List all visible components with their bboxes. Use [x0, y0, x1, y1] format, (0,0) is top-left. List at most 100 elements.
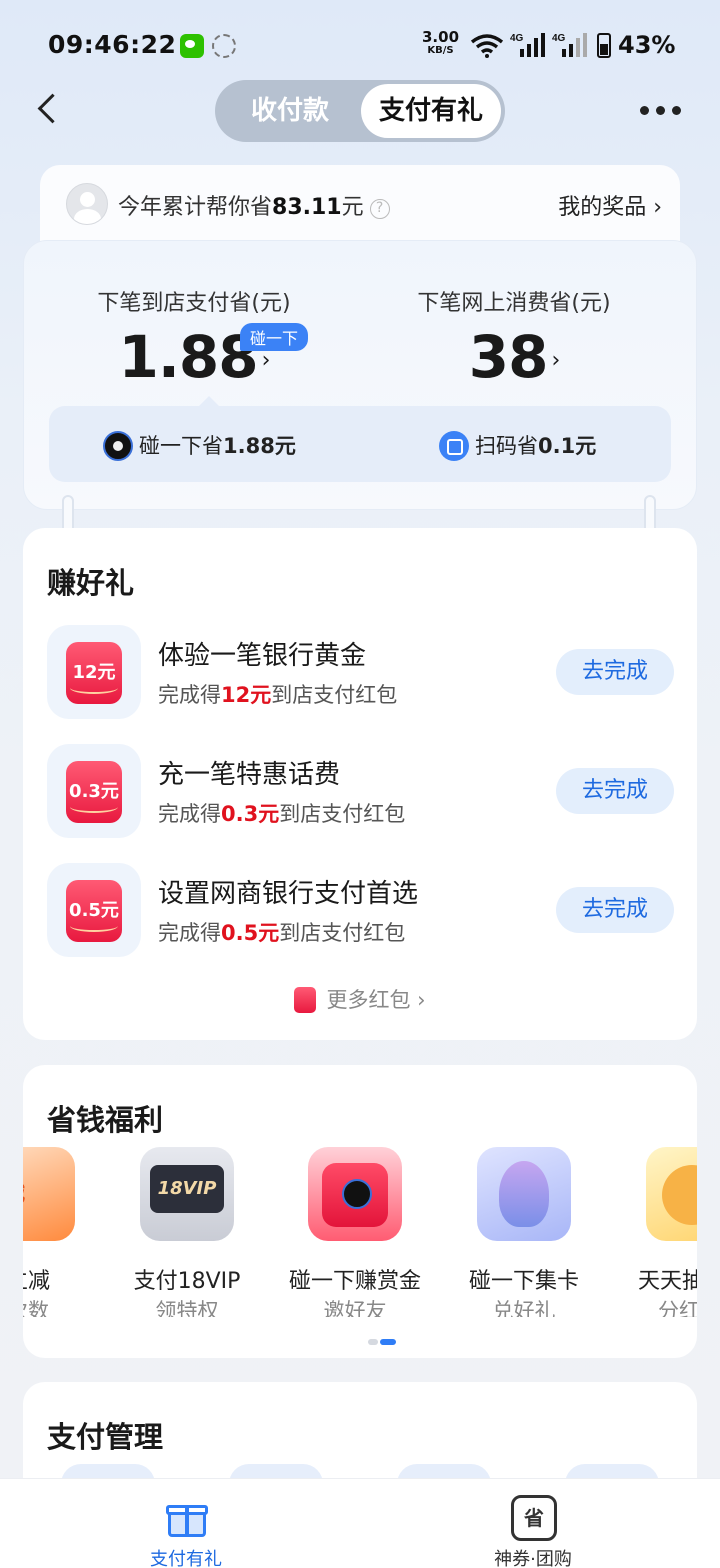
reward-amount: 0.3元: [221, 802, 280, 826]
benefit-name: 支付18VIP: [133, 1269, 241, 1294]
help-icon[interactable]: ?: [369, 199, 390, 219]
tap-pay-value: 1.88元: [223, 434, 296, 458]
scan-pay-value: 0.1元: [538, 434, 597, 458]
chevron-right-icon: ›: [551, 348, 560, 374]
discount-icon: 立减: [23, 1147, 75, 1241]
store-savings-value: 1.88: [118, 323, 259, 391]
nfc-pay-icon: [103, 431, 133, 461]
more-red-packets-link[interactable]: 更多红包 ›: [23, 984, 697, 1014]
avatar: [66, 183, 108, 225]
signal-2-label: 4G: [552, 33, 566, 44]
battery-icon: [597, 33, 611, 58]
reward-suffix: 到店支付红包: [279, 802, 406, 826]
chevron-right-icon: ›: [261, 348, 271, 374]
online-savings[interactable]: 下笔网上消费省(元) 38 ›: [364, 285, 664, 391]
benefit-sub: 分红: [658, 1299, 697, 1317]
battery-percent: 43%: [618, 31, 676, 59]
vip-icon: 18VIP: [140, 1147, 234, 1241]
complete-task-button[interactable]: 去完成: [556, 649, 674, 695]
complete-task-button[interactable]: 去完成: [556, 887, 674, 933]
vip-badge: 18VIP: [150, 1165, 224, 1213]
wifi-icon: [470, 34, 504, 58]
more-red-packets-label: 更多红包 ›: [326, 988, 426, 1012]
tab-label: 支付有礼: [150, 1549, 222, 1568]
scan-pay-saving[interactable]: 扫码省0.1元: [439, 430, 596, 461]
tab-label: 神券·团购: [494, 1549, 572, 1568]
coupon-icon: 省: [511, 1495, 557, 1541]
savings-unit: 元: [341, 195, 364, 220]
online-savings-value: 38: [468, 323, 549, 391]
red-packet-amount: 12元: [66, 642, 122, 704]
network-speed: 3.00 KB/S: [422, 30, 459, 58]
tap-pay-label: 碰一下省: [139, 434, 223, 458]
task-item: 12元 体验一笔银行黄金 完成得12元到店支付红包 去完成: [23, 625, 697, 725]
my-prizes-link[interactable]: 我的奖品 ›: [558, 189, 662, 221]
task-reward: 完成得0.5元到店支付红包: [158, 917, 405, 947]
task-item: 0.3元 充一笔特惠话费 完成得0.3元到店支付红包 去完成: [23, 744, 697, 844]
carousel-pager: [368, 1339, 398, 1345]
red-packet-icon: 0.5元: [47, 863, 141, 957]
more-options-button[interactable]: [640, 102, 684, 118]
reward-suffix: 到店支付红包: [271, 683, 398, 707]
tap-pay-badge: 碰一下: [240, 323, 309, 351]
reward-prefix: 完成得: [158, 683, 221, 707]
red-packet-icon: 12元: [47, 625, 141, 719]
savings-text: 今年累计帮你省83.11元?: [118, 189, 390, 221]
wechat-notification-icon: [180, 34, 204, 58]
benefit-sub: 领特权: [155, 1299, 219, 1317]
benefit-name: 立减: [23, 1269, 50, 1294]
pay-method-strip: 碰一下省1.88元 扫码省0.1元: [49, 396, 671, 482]
savings-summary: 今年累计帮你省83.11元? 我的奖品 ›: [40, 165, 680, 245]
cell-signal-icon: 4G: [552, 33, 587, 57]
next-savings-card: 下笔到店支付省(元) 1.88 › 碰一下 下笔网上消费省(元) 38 › 碰一下省…: [23, 240, 697, 510]
alarm-icon: [212, 34, 236, 58]
scan-pay-label: 扫码省: [475, 434, 538, 458]
bottom-tab-bar: 支付有礼 省 神券·团购: [0, 1478, 720, 1568]
online-savings-label: 下笔网上消费省(元): [417, 291, 611, 316]
store-savings-label: 下笔到店支付省(元): [97, 291, 291, 316]
reward-amount: 12元: [221, 683, 272, 707]
section-title: 支付管理: [47, 1420, 164, 1454]
network-speed-unit: KB/S: [427, 45, 454, 56]
task-item: 0.5元 设置网商银行支付首选 完成得0.5元到店支付红包 去完成: [23, 863, 697, 963]
benefit-name: 天天抽: [638, 1269, 697, 1294]
task-reward: 完成得12元到店支付红包: [158, 679, 397, 709]
benefits-carousel[interactable]: 立减 立减 次数 18VIP 支付18VIP 领特权 碰一下赚赏金 邀好友 碰一…: [23, 1147, 697, 1317]
tab-pay-rewards[interactable]: 支付有礼: [361, 84, 501, 138]
savings-prefix: 今年累计帮你省: [118, 195, 273, 220]
tap-pay-saving[interactable]: 碰一下省1.88元: [103, 430, 296, 461]
benefit-sub: 兑好礼: [492, 1299, 556, 1317]
benefit-sub: 邀好友: [323, 1299, 387, 1317]
task-title: 设置网商银行支付首选: [158, 879, 419, 909]
complete-task-button[interactable]: 去完成: [556, 768, 674, 814]
tab-receive-pay[interactable]: 收付款: [225, 84, 355, 138]
savings-benefits-section: 省钱福利 立减 立减 次数 18VIP 支付18VIP 领特权 碰一下赚赏金 邀…: [23, 1065, 697, 1358]
scan-icon: [439, 431, 469, 461]
card-collect-icon: [477, 1147, 571, 1241]
back-button[interactable]: [34, 92, 64, 128]
signal-1-label: 4G: [510, 33, 524, 44]
status-bar: 09:46:22 3.00 KB/S 4G 4G 43%: [0, 0, 720, 92]
lucky-draw-icon: [646, 1147, 697, 1241]
red-packet-icon: [294, 987, 317, 1013]
red-packet-icon: [308, 1147, 402, 1241]
task-reward: 完成得0.3元到店支付红包: [158, 798, 405, 828]
earn-gifts-section: 赚好礼 12元 体验一笔银行黄金 完成得12元到店支付红包 去完成 0.3元 充…: [23, 528, 697, 1040]
task-title: 充一笔特惠话费: [158, 760, 341, 790]
red-packet-icon: 0.3元: [47, 744, 141, 838]
savings-amount: 83.11: [272, 195, 342, 220]
cell-signal-icon: 4G: [510, 33, 545, 57]
benefit-sub: 次数: [23, 1299, 49, 1317]
top-nav: 收付款 支付有礼: [0, 80, 720, 142]
tab-coupons-groupbuy[interactable]: 省 神券·团购: [413, 1479, 653, 1568]
reward-amount: 0.5元: [221, 921, 280, 945]
tab-pay-rewards-bottom[interactable]: 支付有礼: [66, 1479, 306, 1568]
reward-prefix: 完成得: [158, 802, 221, 826]
section-title: 赚好礼: [47, 566, 135, 600]
gift-icon: [166, 1497, 208, 1539]
red-packet-amount: 0.3元: [66, 761, 122, 823]
benefit-name: 碰一下集卡: [468, 1269, 579, 1294]
benefit-name: 碰一下赚赏金: [288, 1269, 421, 1294]
online-savings-value-row: 38 ›: [364, 323, 664, 391]
benefit-tile-text: 立减: [23, 1177, 25, 1206]
